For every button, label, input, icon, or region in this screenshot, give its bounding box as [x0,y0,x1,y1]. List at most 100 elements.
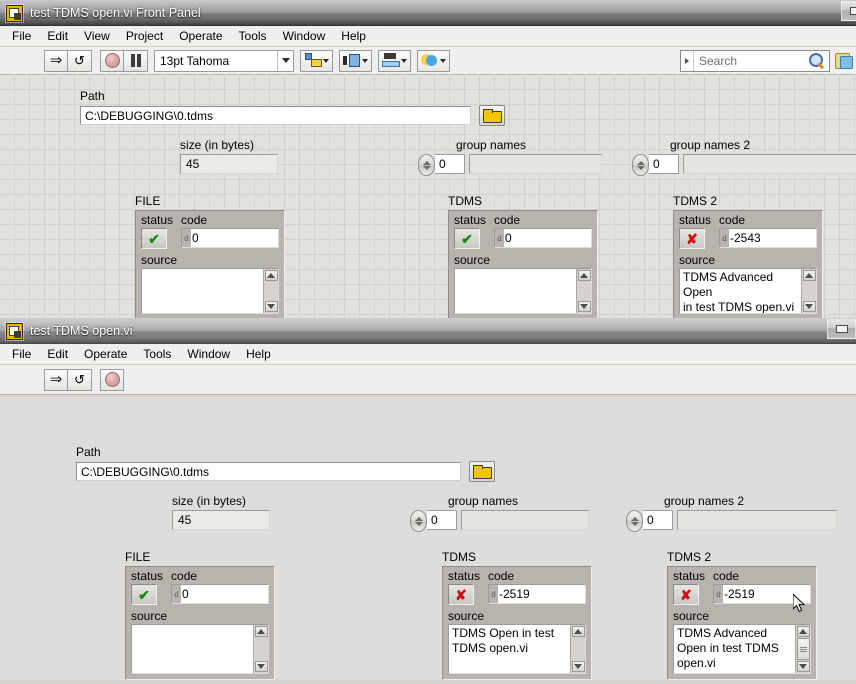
titlebar-front-panel-2[interactable]: test TDMS open.vi [0,318,856,344]
search-handle-icon[interactable] [681,50,694,71]
menu-edit[interactable]: Edit [39,345,76,364]
error-cluster-tdms: TDMS status ✔ code d 0 source [448,194,598,320]
resize-objects-button[interactable] [378,49,411,72]
run-continuously-button[interactable]: ↺ [68,49,92,72]
run-continuously-icon: ↺ [74,53,85,68]
menu-project[interactable]: Project [118,27,171,46]
group-names-2-index[interactable]: 0 [632,154,856,176]
cluster-status-row: status ✔ code d 0 [454,214,592,249]
array-index-spinner[interactable] [418,154,435,176]
align-objects-button[interactable] [300,49,333,72]
array-index-value[interactable]: 0 [649,154,679,174]
status-indicator: ✔ [131,584,157,605]
spin-up-icon[interactable] [422,160,431,165]
chevron-down-icon [362,58,368,63]
menu-operate[interactable]: Operate [171,27,230,46]
run-continuously-button[interactable]: ↺ [68,368,92,391]
reorder-objects-button[interactable] [417,49,450,72]
status-group: status ✘ [673,570,705,605]
menubar-front-panel-2: File Edit Operate Tools Window Help [0,344,856,365]
array-index-value[interactable]: 0 [427,510,457,530]
maximize-button[interactable] [827,319,856,339]
spin-up-icon[interactable] [630,516,639,521]
source-label: source [448,609,485,623]
scroll-up-icon[interactable] [577,270,591,281]
path-input[interactable]: C:\DEBUGGING\0.tdms [76,462,461,481]
menu-help[interactable]: Help [238,345,279,364]
array-index-value[interactable]: 0 [643,510,673,530]
scroll-down-icon[interactable] [264,301,278,312]
run-button[interactable]: ⇒ [44,49,68,72]
source-scrollbar[interactable] [570,625,585,673]
status-group: status ✔ [131,570,163,605]
menu-tools[interactable]: Tools [135,345,179,364]
array-index-value[interactable]: 0 [435,154,465,174]
menu-operate[interactable]: Operate [76,345,135,364]
scroll-down-icon[interactable] [802,301,816,312]
cluster-body: status ✔ code d 0 source [448,210,598,320]
scroll-down-icon[interactable] [577,301,591,312]
menu-edit[interactable]: Edit [39,27,76,46]
spin-down-icon[interactable] [422,165,431,170]
menu-file[interactable]: File [4,27,39,46]
chevron-down-icon[interactable] [277,50,293,71]
source-scrollbar[interactable] [795,625,810,673]
scrollbar-thumb[interactable] [796,638,810,660]
pause-button[interactable] [124,49,148,72]
distribute-objects-button[interactable] [339,49,372,72]
array-index-spinner[interactable] [632,154,649,176]
group-names-index[interactable]: 0 [418,154,602,176]
align-objects-icon [304,53,322,68]
spin-down-icon[interactable] [630,521,639,526]
array-index-spinner[interactable] [410,510,427,532]
browse-folder-button[interactable] [479,105,505,126]
source-box [454,268,592,314]
array-index-spinner[interactable] [626,510,643,532]
path-input[interactable]: C:\DEBUGGING\0.tdms [80,106,471,125]
menu-file[interactable]: File [4,345,39,364]
font-selector[interactable]: 13pt Tahoma [154,49,294,72]
group-names-2-index[interactable]: 0 [626,510,837,532]
cluster-body: status ✘ code d -2543 source TDMS Advanc… [673,210,823,320]
status-group: status ✘ [448,570,480,605]
source-scrollbar[interactable] [253,625,268,673]
abort-button[interactable] [100,368,124,391]
maximize-button[interactable] [841,1,856,21]
context-help-icon[interactable] [834,51,854,71]
window-buttons [841,0,856,26]
browse-folder-button[interactable] [469,461,495,482]
group-names-index[interactable]: 0 [410,510,589,532]
menu-window[interactable]: Window [275,27,334,46]
scroll-up-icon[interactable] [254,626,268,637]
source-scrollbar[interactable] [263,269,278,313]
spin-down-icon[interactable] [636,165,645,170]
spin-up-icon[interactable] [636,160,645,165]
spin-up-icon[interactable] [414,516,423,521]
abort-button[interactable] [100,49,124,72]
titlebar-front-panel[interactable]: test TDMS open.vi Front Panel [0,0,856,26]
scroll-up-icon[interactable] [796,626,810,637]
menu-window[interactable]: Window [179,345,238,364]
source-value [455,269,576,313]
scroll-up-icon[interactable] [571,626,585,637]
scroll-down-icon[interactable] [254,661,268,672]
run-button[interactable]: ⇒ [44,368,68,391]
scroll-down-icon[interactable] [796,661,810,672]
search-icon[interactable] [808,52,826,70]
cluster-status-row: status ✘ code d -2519 [448,570,586,605]
toolbar-front-panel: ⇒ ↺ 13pt Tahoma Search [0,47,856,75]
menu-tools[interactable]: Tools [231,27,275,46]
folder-icon [483,109,502,123]
search-input[interactable]: Search [680,49,830,72]
scroll-up-icon[interactable] [802,270,816,281]
code-group: code d 0 [494,214,592,248]
code-label: code [719,213,746,227]
source-scrollbar[interactable] [801,269,816,313]
menu-help[interactable]: Help [333,27,374,46]
spin-down-icon[interactable] [414,521,423,526]
code-value-field: d -2519 [488,584,586,604]
scroll-down-icon[interactable] [571,661,585,672]
menu-view[interactable]: View [76,27,118,46]
scroll-up-icon[interactable] [264,270,278,281]
source-scrollbar[interactable] [576,269,591,313]
